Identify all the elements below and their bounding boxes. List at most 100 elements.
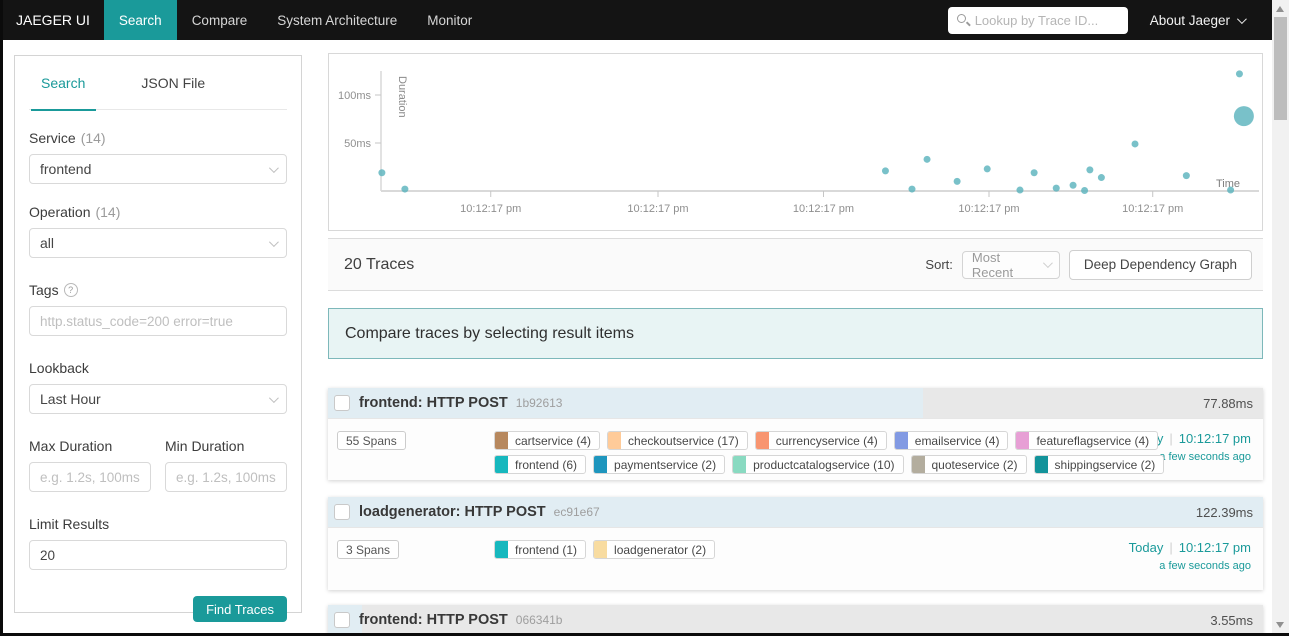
service-select[interactable]: frontend [29,154,287,184]
scroll-down-arrow-icon[interactable] [1276,622,1284,628]
trace-result-header[interactable]: loadgenerator: HTTP POST ec91e67 122.39ms [328,497,1263,527]
trace-data-point[interactable] [1227,186,1235,194]
service-tag-chip[interactable]: productcatalogservice (10) [732,455,904,474]
service-tag-chip[interactable]: loadgenerator (2) [593,540,716,559]
service-tag-chip[interactable]: frontend (1) [494,540,587,559]
trace-result-header[interactable]: frontend: HTTP POST 066341b 3.55ms [328,605,1263,635]
trace-date-line[interactable]: Today | 10:12:17 pm [1129,540,1251,555]
nav-tab-system-architecture[interactable]: System Architecture [262,0,412,40]
service-tag-label: frontend (1) [515,542,578,557]
service-color-swatch [911,456,925,473]
trace-data-point[interactable] [1086,166,1094,174]
scatter-plot-svg: 50ms 100ms 10:12:17 pm 10:12:17 pm 10:12:17 … [338,70,1259,215]
service-tag-label: emailservice (4) [914,433,1000,448]
service-color-swatch [495,456,508,473]
trace-data-point[interactable] [1131,140,1139,148]
service-tag-label: paymentservice (2) [614,457,717,472]
trace-data-point[interactable] [1233,106,1254,127]
nav-tab-compare[interactable]: Compare [177,0,263,40]
trace-id-search-input[interactable] [947,6,1128,34]
service-color-swatch [608,432,622,449]
service-tag-chip[interactable]: quoteservice (2) [910,455,1027,474]
trace-duration: 77.88ms [1203,395,1253,411]
trace-result-body: 55 Spans cartservice (4) checkoutservice (… [328,418,1263,480]
find-traces-button[interactable]: Find Traces [193,596,287,622]
chevron-down-icon [268,236,279,247]
help-icon[interactable]: ? [63,283,78,297]
operation-label: Operation (14) [29,204,121,220]
search-panel-tabs: Search JSON File [29,56,287,111]
trace-data-point[interactable] [953,177,961,185]
service-tag-label: frontend (6) [515,457,578,472]
trace-select-checkbox[interactable] [334,612,350,628]
trace-select-checkbox[interactable] [334,504,350,520]
service-tag-label: currencyservice (4) [775,433,878,448]
trace-result-header[interactable]: frontend: HTTP POST 1b92613 77.88ms [328,388,1263,418]
service-tag-chip[interactable]: featureflagservice (4) [1015,431,1159,450]
trace-data-point[interactable] [1069,181,1077,189]
x-tick-label: 10:12:17 pm [627,203,688,215]
trace-data-point[interactable] [1235,70,1243,78]
max-duration-input[interactable] [29,462,151,492]
service-tag-chip[interactable]: checkoutservice (17) [607,431,748,450]
service-tag-label: cartservice (4) [515,433,592,448]
tab-json-file[interactable]: JSON File [141,56,205,110]
nav-tab-search[interactable]: Search [103,0,177,40]
service-tag-chip[interactable]: currencyservice (4) [754,431,887,450]
service-label: Service (14) [29,130,106,146]
trace-data-point[interactable] [908,185,916,193]
trace-data-point[interactable] [983,165,991,173]
trace-result-item[interactable]: frontend: HTTP POST 066341b 3.55ms [328,605,1263,635]
service-color-swatch [1016,432,1030,449]
trace-data-point[interactable] [378,169,386,177]
trace-relative-time: a few seconds ago [1159,560,1251,572]
chevron-down-icon [1236,13,1247,24]
service-tag-chip[interactable]: paymentservice (2) [593,455,726,474]
trace-result-item[interactable]: loadgenerator: HTTP POST ec91e67 122.39ms 3… [328,497,1263,590]
about-jaeger-menu[interactable]: About Jaeger [1150,13,1247,28]
service-tag-chip[interactable]: cartservice (4) [494,431,601,450]
service-tag-chip[interactable]: frontend (6) [494,455,587,474]
tab-search[interactable]: Search [30,56,97,111]
x-tick-label: 10:12:17 pm [1122,203,1183,215]
trace-result-body: 3 Spans frontend (1) loadgenerator (2) Toda… [328,527,1263,590]
top-navbar: JAEGER UI Search Compare System Architec… [0,0,1272,40]
service-tag-chip[interactable]: emailservice (4) [893,431,1009,450]
nav-tab-monitor[interactable]: Monitor [412,0,487,40]
trace-data-point[interactable] [1081,187,1089,195]
trace-data-point[interactable] [1016,186,1024,194]
search-form-panel: Search JSON File Service (14) frontend Op… [14,55,302,622]
trace-result-item[interactable]: frontend: HTTP POST 1b92613 77.88ms 55 Span… [328,388,1263,480]
scroll-up-arrow-icon[interactable] [1276,6,1284,12]
trace-data-point[interactable] [1052,184,1060,192]
span-count-chip: 55 Spans [337,431,406,450]
deep-dependency-graph-button[interactable]: Deep Dependency Graph [1068,249,1252,280]
trace-data-point[interactable] [881,167,889,175]
trace-header-content: frontend: HTTP POST 1b92613 77.88ms [328,388,1263,418]
trace-data-point[interactable] [1030,169,1038,177]
operation-select[interactable]: all [29,228,287,258]
app-brand[interactable]: JAEGER UI [0,12,104,28]
trace-time: 10:12:17 pm [1178,540,1251,555]
sort-select[interactable]: Most Recent [961,250,1060,280]
service-tags: frontend (1) loadgenerator (2) [494,540,716,564]
y-tick-label: 50ms [344,138,371,150]
trace-data-point[interactable] [1182,172,1190,180]
trace-id-search [947,6,1128,34]
trace-data-point[interactable] [401,185,409,193]
lookback-select[interactable]: Last Hour [29,384,287,414]
trace-data-point[interactable] [1097,174,1105,182]
duration-scatter-chart[interactable]: 50ms 100ms 10:12:17 pm 10:12:17 pm 10:12:17 … [328,53,1263,231]
min-duration-input[interactable] [165,462,287,492]
tags-input[interactable] [29,306,287,336]
trace-select-checkbox[interactable] [334,395,350,411]
service-tag-label: featureflagservice (4) [1036,433,1150,448]
service-tag-chip[interactable]: shippingservice (2) [1033,455,1165,474]
page-scrollbar[interactable] [1272,0,1289,636]
chevron-down-icon [268,392,279,403]
service-tag-label: quoteservice (2) [931,457,1018,472]
limit-results-input[interactable] [29,540,287,570]
trace-data-point[interactable] [923,155,931,163]
scrollbar-thumb[interactable] [1274,17,1287,120]
trace-header-content: frontend: HTTP POST 066341b 3.55ms [328,605,1263,635]
